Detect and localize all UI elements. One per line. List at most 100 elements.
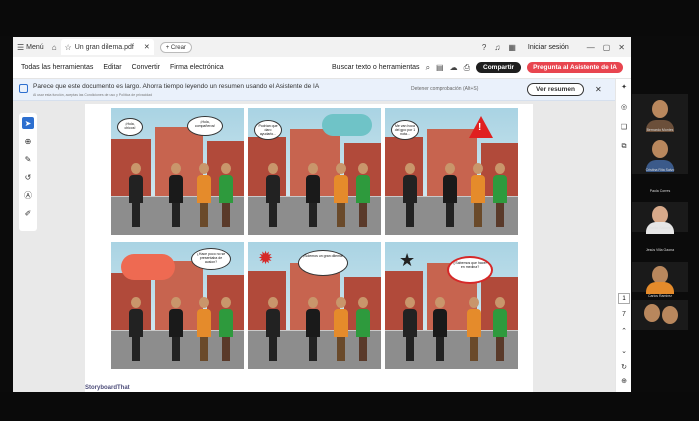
minimize-icon[interactable]: — bbox=[587, 43, 595, 52]
sign-in-button[interactable]: Iniciar sesión bbox=[528, 44, 569, 51]
screen: ☰ Menú ⌂ ☆ Un gran dilema.pdf ✕ + Crear … bbox=[0, 0, 699, 421]
bottom-letterbox bbox=[0, 392, 699, 421]
character bbox=[493, 163, 507, 227]
character bbox=[266, 297, 280, 361]
speech-bubble: ¿Sabemos que hacer en medina? bbox=[447, 256, 493, 284]
ai-assistant-button[interactable]: Pregunta al Asistente de IA bbox=[527, 62, 623, 73]
save-icon[interactable]: ▤ bbox=[436, 63, 444, 72]
text-select-icon[interactable]: Ⓐ bbox=[22, 189, 34, 201]
comic-panel-1: ¡Hola, chicos! ¡Hola, compañeros! bbox=[111, 108, 244, 235]
participant-name: Cristina Rita Salvo bbox=[645, 168, 675, 172]
comic-panel-5: ✹ ¡Solemos un gran dilema! bbox=[248, 242, 381, 369]
window-controls: ? ♫ ▦ Iniciar sesión — ▢ ✕ bbox=[482, 43, 631, 52]
speech-bubble: ¡Hola, compañeros! bbox=[187, 116, 223, 136]
character bbox=[443, 163, 457, 227]
menu-edit[interactable]: Editar bbox=[103, 64, 121, 71]
speech-bubble: Podrían que daro ayudarlo... bbox=[254, 120, 282, 140]
zoom-in-icon[interactable]: ⊕ bbox=[619, 377, 629, 387]
acrobat-window: ☰ Menú ⌂ ☆ Un gran dilema.pdf ✕ + Crear … bbox=[13, 37, 631, 392]
participant-name: Paola Corres bbox=[649, 189, 671, 193]
character bbox=[219, 163, 233, 227]
character bbox=[356, 163, 370, 227]
menu-label: Menú bbox=[26, 43, 44, 51]
ai-chat-icon[interactable]: ✦ bbox=[619, 83, 629, 93]
character bbox=[467, 297, 481, 361]
character bbox=[334, 163, 348, 227]
chevron-down-icon[interactable]: ⌄ bbox=[619, 347, 629, 357]
menu-convert[interactable]: Convertir bbox=[132, 64, 160, 71]
character bbox=[266, 163, 280, 227]
apps-grid-icon[interactable]: ▦ bbox=[508, 43, 516, 52]
cloud-icon[interactable]: ☁ bbox=[450, 63, 458, 72]
lasso-icon[interactable]: ↺ bbox=[22, 171, 34, 183]
close-notice-icon[interactable]: ✕ bbox=[595, 85, 602, 94]
speech-bubble: ¡Solemos un gran dilema! bbox=[298, 250, 348, 276]
participant-name: Bernardo Montes bbox=[646, 128, 674, 132]
info-icon bbox=[19, 84, 28, 93]
print-icon[interactable]: ⎙ bbox=[464, 63, 470, 73]
character bbox=[197, 163, 211, 227]
speech-bubble: ¡Hola, chicos! bbox=[117, 118, 143, 136]
copy-icon[interactable]: ⧉ bbox=[619, 143, 629, 153]
comic-panel-6: ★ ¿Sabemos que hacer en medina? bbox=[385, 242, 518, 369]
refresh-icon[interactable]: ↻ bbox=[619, 363, 629, 373]
character bbox=[403, 163, 417, 227]
star-icon: ★ bbox=[399, 250, 416, 270]
summary-notice: Parece que este documento es largo. Ahor… bbox=[13, 79, 631, 101]
close-tab-icon[interactable]: ✕ bbox=[144, 43, 150, 51]
character bbox=[433, 297, 447, 361]
chevron-up-icon[interactable]: ⌃ bbox=[619, 327, 629, 337]
warning-mark: ! bbox=[478, 122, 482, 133]
hamburger-icon: ☰ bbox=[17, 42, 25, 52]
page-number[interactable]: 1 bbox=[618, 293, 630, 304]
character bbox=[129, 163, 143, 227]
home-icon[interactable]: ⌂ bbox=[52, 43, 57, 52]
stop-check-link[interactable]: Detener comprobación (Alt+S) bbox=[411, 86, 478, 92]
zoom-icon[interactable]: ⊕ bbox=[22, 135, 34, 147]
comic-panel-2: Podrían que daro ayudarlo... bbox=[248, 108, 381, 235]
top-letterbox bbox=[0, 0, 699, 36]
comic-panel-3: Me van hoca del gpo por 1 nota... ! bbox=[385, 108, 518, 235]
pdf-page: ¡Hola, chicos! ¡Hola, compañeros! Podría… bbox=[85, 104, 533, 392]
search-icon[interactable]: ⌕ bbox=[426, 63, 430, 73]
participant-tile[interactable] bbox=[632, 262, 688, 294]
search-tools[interactable]: Buscar texto o herramientas bbox=[332, 64, 420, 71]
star-icon[interactable]: ☆ bbox=[65, 43, 72, 52]
menu-all-tools[interactable]: Todas las herramientas bbox=[21, 64, 93, 71]
character bbox=[197, 297, 211, 361]
menu-button[interactable]: ☰ Menú bbox=[17, 43, 44, 52]
tab-bar: ☰ Menú ⌂ ☆ Un gran dilema.pdf ✕ + Crear … bbox=[13, 37, 631, 57]
toolbar-menu: Todas las herramientas Editar Convertir … bbox=[13, 64, 224, 71]
character bbox=[169, 163, 183, 227]
notice-subtext[interactable]: Al usar esta función, aceptas las Condic… bbox=[33, 93, 152, 97]
character bbox=[306, 163, 320, 227]
document-area: ➤ ⊕ ✎ ↺ Ⓐ ✐ ¡Hola, chicos! ¡Hola, compañ… bbox=[13, 101, 631, 392]
new-tab-button[interactable]: + Crear bbox=[159, 41, 192, 53]
stamp-icon[interactable]: ✐ bbox=[22, 207, 34, 219]
tab-document[interactable]: ☆ Un gran dilema.pdf ✕ bbox=[60, 39, 154, 55]
bookmark-icon[interactable]: ❑ bbox=[619, 123, 629, 133]
cursor-icon[interactable]: ➤ bbox=[22, 117, 34, 129]
close-window-icon[interactable]: ✕ bbox=[618, 43, 625, 52]
total-pages: 7 bbox=[622, 311, 626, 318]
help-icon[interactable]: ? bbox=[482, 43, 486, 52]
maximize-icon[interactable]: ▢ bbox=[603, 43, 611, 52]
participant-tile[interactable] bbox=[632, 300, 688, 330]
view-summary-button[interactable]: Ver resumen bbox=[527, 83, 585, 96]
pen-icon[interactable]: ✎ bbox=[22, 153, 34, 165]
participant-name: Emilio Salome bbox=[648, 226, 672, 230]
character bbox=[334, 297, 348, 361]
main-toolbar: Todas las herramientas Editar Convertir … bbox=[13, 57, 631, 79]
character bbox=[306, 297, 320, 361]
menu-esign[interactable]: Firma electrónica bbox=[170, 64, 224, 71]
character bbox=[356, 297, 370, 361]
speech-bubble: ¿Hace poco no se presentaba de ausion? bbox=[191, 248, 231, 270]
speech-bubble: Me van hoca del gpo por 1 nota... bbox=[391, 120, 419, 140]
comment-icon[interactable]: ◎ bbox=[619, 103, 629, 113]
share-button[interactable]: Compartir bbox=[476, 62, 522, 73]
notice-message: Parece que este documento es largo. Ahor… bbox=[33, 83, 320, 90]
storyboard-logo: StoryboardThat bbox=[85, 385, 130, 391]
bell-icon[interactable]: ♫ bbox=[494, 43, 500, 52]
toolbar-right: Buscar texto o herramientas ⌕ ▤ ☁ ⎙ Comp… bbox=[332, 62, 631, 73]
character bbox=[471, 163, 485, 227]
